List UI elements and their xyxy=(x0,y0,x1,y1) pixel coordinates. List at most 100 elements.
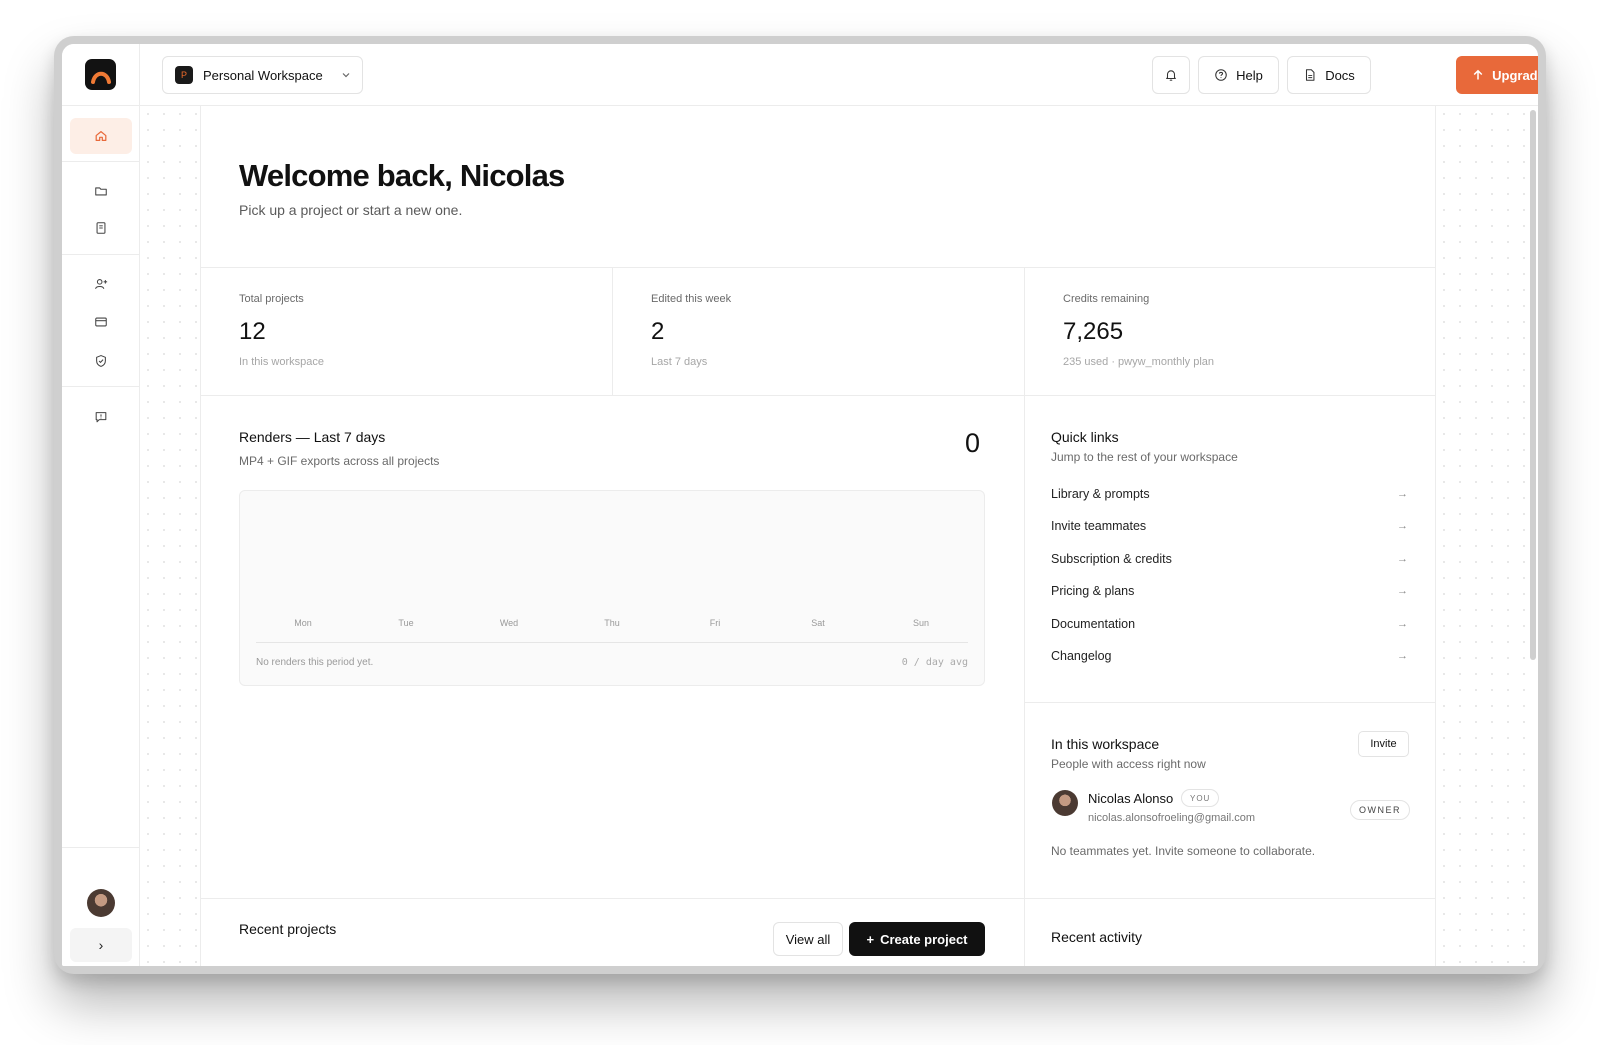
sidebar-item-feedback[interactable] xyxy=(70,399,132,435)
sidebar-divider xyxy=(62,105,140,106)
upgrade-label: Upgrade xyxy=(1492,67,1538,83)
recent-activity-title: Recent activity xyxy=(1051,929,1143,945)
quick-link-pricing[interactable]: Pricing & plans → xyxy=(1051,581,1408,601)
chevron-down-icon xyxy=(342,73,350,78)
renders-subtitle: MP4 + GIF exports across all projects xyxy=(239,454,440,468)
sidebar-divider xyxy=(62,386,140,387)
stat-value: 7,265 xyxy=(1063,318,1124,345)
create-project-button[interactable]: + Create project xyxy=(849,922,985,956)
sidebar-item-projects[interactable] xyxy=(70,173,132,209)
document-icon xyxy=(1306,69,1315,81)
day-label: Mon xyxy=(294,618,312,628)
day-label: Tue xyxy=(398,618,414,628)
renders-chart: Mon Tue Wed Thu Fri Sat Sun No renders t… xyxy=(239,490,985,686)
docs-label: Docs xyxy=(1325,67,1355,83)
quick-link-label: Documentation xyxy=(1051,617,1136,631)
member-name: Nicolas Alonso xyxy=(1088,791,1174,806)
day-label: Sun xyxy=(912,618,929,628)
bell-icon xyxy=(1166,70,1176,81)
members-title: In this workspace xyxy=(1051,736,1160,752)
chart-average: 0 / day avg xyxy=(901,657,968,668)
stat-value: 2 xyxy=(651,318,665,345)
stat-value: 12 xyxy=(239,318,266,345)
quick-links-subtitle: Jump to the rest of your workspace xyxy=(1051,450,1238,464)
quick-link-label: Changelog xyxy=(1051,649,1112,663)
sidebar-item-library[interactable] xyxy=(70,210,132,246)
member-avatar xyxy=(1052,790,1078,816)
renders-count: 0 xyxy=(965,428,981,458)
sidebar: › xyxy=(62,44,140,966)
member-email: nicolas.alonsofroeling@gmail.com xyxy=(1088,812,1256,824)
chevron-right-icon: › xyxy=(98,937,104,953)
quick-link-label: Invite teammates xyxy=(1051,519,1147,533)
stat-label: Credits remaining xyxy=(1063,293,1150,305)
section-divider xyxy=(201,395,1435,396)
workspace-badge: P xyxy=(175,66,193,84)
sidebar-divider xyxy=(62,254,140,255)
invite-button[interactable]: Invite xyxy=(1358,731,1409,757)
dashboard-content: Welcome back, Nicolas Pick up a project … xyxy=(200,106,1436,966)
upgrade-button[interactable]: Upgrade xyxy=(1456,56,1538,94)
sidebar-divider xyxy=(62,847,140,848)
sidebar-expand-button[interactable]: › xyxy=(70,928,132,962)
quick-link-library[interactable]: Library & prompts → xyxy=(1051,484,1408,504)
day-label: Fri xyxy=(709,618,721,628)
arrow-right-icon: → xyxy=(1397,585,1408,597)
notifications-button[interactable] xyxy=(1152,56,1190,94)
arrow-right-icon: → xyxy=(1397,488,1408,500)
role-badge: OWNER xyxy=(1350,800,1410,820)
quick-link-subscription[interactable]: Subscription & credits → xyxy=(1051,549,1408,569)
scrollbar[interactable] xyxy=(1530,110,1536,660)
help-button[interactable]: Help xyxy=(1198,56,1279,94)
quick-links-title: Quick links xyxy=(1051,429,1119,445)
section-divider xyxy=(1024,702,1435,703)
sidebar-item-home[interactable] xyxy=(70,118,132,154)
view-all-button[interactable]: View all xyxy=(773,922,843,956)
sidebar-item-billing[interactable] xyxy=(70,304,132,340)
arrow-right-icon: → xyxy=(1397,618,1408,630)
page-title: Welcome back, Nicolas xyxy=(239,158,565,193)
logo-arch-icon xyxy=(90,71,111,84)
user-avatar[interactable] xyxy=(87,889,115,917)
sidebar-divider xyxy=(62,161,140,162)
create-project-label: Create project xyxy=(880,931,968,947)
main-area: Welcome back, Nicolas Pick up a project … xyxy=(140,106,1538,966)
top-bar: P Personal Workspace Help Docs Upgrade xyxy=(140,44,1538,106)
device-frame: › P Personal Workspace Help Docs Upgrad … xyxy=(54,36,1546,974)
recent-projects-title: Recent projects xyxy=(239,921,337,937)
stat-label: Total projects xyxy=(239,293,304,305)
workspace-name: Personal Workspace xyxy=(203,67,323,83)
workspace-switcher[interactable]: P Personal Workspace xyxy=(162,56,363,94)
page-subtitle: Pick up a project or start a new one. xyxy=(239,202,463,218)
column-divider xyxy=(1024,395,1025,966)
sidebar-item-invite[interactable] xyxy=(70,266,132,302)
members-empty-message: No teammates yet. Invite someone to coll… xyxy=(1051,844,1316,858)
quick-link-changelog[interactable]: Changelog → xyxy=(1051,646,1408,666)
arrow-right-icon: → xyxy=(1397,553,1408,565)
docs-button[interactable]: Docs xyxy=(1287,56,1371,94)
sidebar-item-security[interactable] xyxy=(70,343,132,379)
you-badge: YOU xyxy=(1181,789,1220,807)
quick-link-invite[interactable]: Invite teammates → xyxy=(1051,516,1408,536)
quick-link-label: Library & prompts xyxy=(1051,487,1150,501)
message-icon xyxy=(95,412,107,423)
folder-icon xyxy=(95,187,107,196)
arrow-up-icon xyxy=(1473,69,1483,80)
section-divider xyxy=(201,898,1435,899)
quick-link-documentation[interactable]: Documentation → xyxy=(1051,614,1408,634)
app-window: › P Personal Workspace Help Docs Upgrad … xyxy=(62,44,1538,966)
home-icon xyxy=(95,131,107,141)
chart-empty-message: No renders this period yet. xyxy=(256,657,374,668)
day-label: Wed xyxy=(499,618,519,628)
stat-note: In this workspace xyxy=(239,356,324,368)
renders-title: Renders — Last 7 days xyxy=(239,429,386,445)
day-label: Thu xyxy=(604,618,620,628)
day-label: Sat xyxy=(811,618,825,628)
app-logo[interactable] xyxy=(85,59,116,90)
quick-link-label: Pricing & plans xyxy=(1051,584,1135,598)
book-icon xyxy=(96,222,106,234)
quick-link-label: Subscription & credits xyxy=(1051,552,1172,566)
stat-label: Edited this week xyxy=(651,293,732,305)
credit-card-icon xyxy=(95,317,107,327)
shield-icon xyxy=(96,355,106,367)
